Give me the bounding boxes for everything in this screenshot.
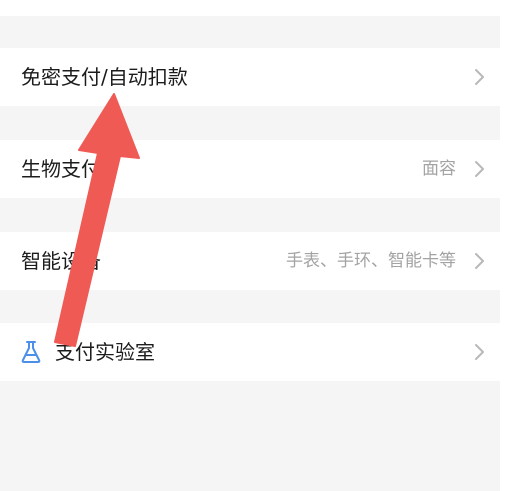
chevron-right-icon xyxy=(475,161,484,177)
biometric-payment-value: 面容 xyxy=(422,159,456,179)
smart-devices-value: 手表、手环、智能卡等 xyxy=(286,251,456,271)
right-edge-strip xyxy=(500,0,507,491)
biometric-payment-row[interactable]: 生物支付 面容 xyxy=(0,140,500,198)
previous-section-card xyxy=(0,0,500,16)
payment-settings-screen: 免密支付/自动扣款 生物支付 面容 智能设备 手表、手环、智能卡等 支付实验室 xyxy=(0,0,500,491)
chevron-right-icon xyxy=(475,344,484,360)
smart-devices-row[interactable]: 智能设备 手表、手环、智能卡等 xyxy=(0,232,500,290)
chevron-right-icon xyxy=(475,69,484,85)
chevron-right-icon xyxy=(475,253,484,269)
password-free-payment-row[interactable]: 免密支付/自动扣款 xyxy=(0,48,500,106)
smart-devices-label: 智能设备 xyxy=(21,249,101,273)
payment-lab-label: 支付实验室 xyxy=(55,340,155,364)
payment-lab-row[interactable]: 支付实验室 xyxy=(0,323,500,381)
biometric-payment-label: 生物支付 xyxy=(21,157,101,181)
flask-icon xyxy=(21,341,41,363)
password-free-payment-label: 免密支付/自动扣款 xyxy=(21,65,188,89)
